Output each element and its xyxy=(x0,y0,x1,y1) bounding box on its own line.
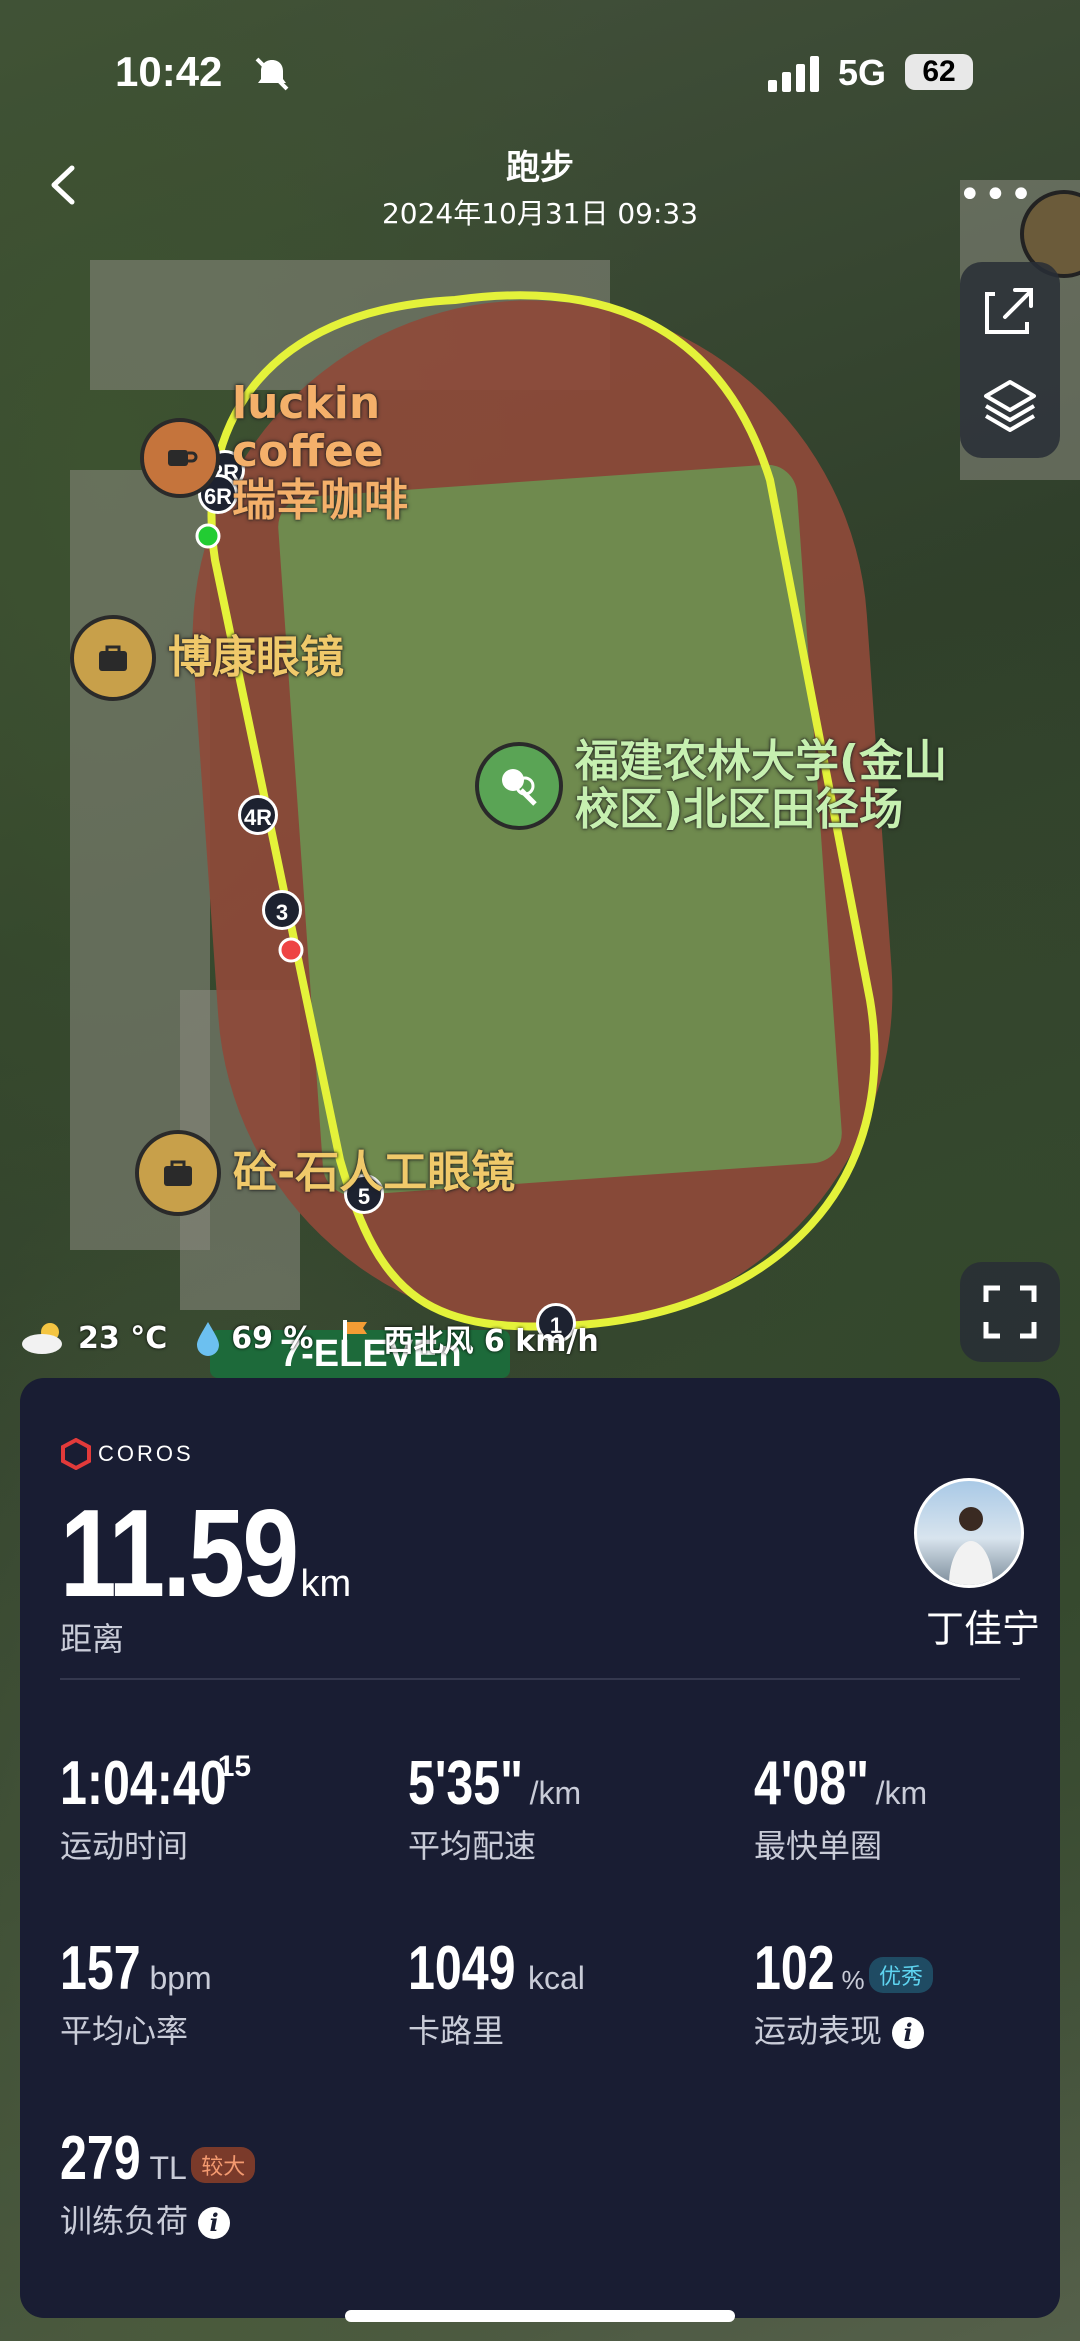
stat-value: 1049 xyxy=(408,1934,516,2003)
info-icon[interactable]: i xyxy=(892,2017,925,2049)
stat-label: 训练负荷 i xyxy=(60,2196,255,2242)
map-layers-icon[interactable] xyxy=(960,360,1060,458)
stat-label-text: 运动表现 xyxy=(754,2012,883,2050)
distance-unit: km xyxy=(300,1563,352,1605)
wind: 西北风 6 km/h xyxy=(383,1324,599,1359)
coros-logo: COROS xyxy=(60,1438,194,1470)
stat-unit: /km xyxy=(875,1775,928,1811)
stat-performance: 102% 优秀 运动表现 i xyxy=(754,1933,934,2052)
divider xyxy=(60,1678,1020,1680)
stat-value: 4'08" xyxy=(754,1749,870,1818)
signal-icon xyxy=(768,56,819,92)
stat-label: 运动表现 i xyxy=(754,2006,933,2052)
stat-avg-pace: 5'35"/km 平均配速 xyxy=(408,1748,581,1867)
poi-label: luckin coffee 瑞幸咖啡 xyxy=(232,378,408,526)
page-title: 跑步 xyxy=(506,148,574,188)
wind-flag-icon xyxy=(343,1320,368,1356)
shopping-bag-icon xyxy=(135,1130,221,1216)
map-tools-panel xyxy=(960,262,1060,458)
stat-value: 157 xyxy=(60,1934,141,2003)
stat-unit: % xyxy=(841,1965,865,1995)
more-options-button[interactable]: ••• xyxy=(958,172,1035,218)
coros-hexagon-icon xyxy=(61,1438,91,1470)
end-point-marker xyxy=(278,937,304,963)
home-indicator[interactable] xyxy=(345,2310,735,2322)
stat-label: 运动时间 xyxy=(60,1827,189,1865)
weather-bar: 23 °C 69 % 西北风 6 km/h xyxy=(20,1316,625,1360)
poi-track-field[interactable]: 福建农林大学(金山 校区)北区田径场 xyxy=(475,736,948,836)
distance-value: 11.59 xyxy=(60,1485,299,1623)
humidity-icon xyxy=(197,1322,220,1356)
stat-moving-time: 1:04:4015 运动时间 xyxy=(60,1748,274,1867)
stat-value: 279 xyxy=(60,2124,141,2193)
poi-label: 博康眼镜 xyxy=(168,631,344,683)
poi-bokang-optical[interactable]: 博康眼镜 xyxy=(70,615,344,701)
coffee-cup-icon xyxy=(140,417,220,498)
distance-label: 距离 xyxy=(60,1620,125,1658)
stat-best-lap: 4'08"/km 最快单圈 xyxy=(754,1748,927,1867)
fullscreen-icon[interactable] xyxy=(960,1262,1060,1362)
start-point-marker xyxy=(195,523,221,549)
lap-marker[interactable]: 3 xyxy=(262,890,302,930)
stat-unit: /km xyxy=(529,1775,582,1811)
stat-value: 1:04:40 xyxy=(60,1749,227,1818)
avatar[interactable] xyxy=(914,1478,1024,1588)
lap-marker[interactable]: 4R xyxy=(238,795,278,835)
brand-name: COROS xyxy=(98,1441,194,1466)
stat-value: 102 xyxy=(754,1934,835,2003)
battery-indicator: 62 xyxy=(905,54,973,90)
activity-summary-card: COROS 11.59 km 距离 丁佳宁 1:04:4015 运动时间 5'35… xyxy=(20,1378,1060,2318)
stat-unit: kcal xyxy=(527,1960,585,1996)
poi-label: 福建农林大学(金山 校区)北区田径场 xyxy=(575,736,948,836)
stat-label: 平均配速 xyxy=(408,1827,537,1865)
poi-luckin-coffee[interactable]: luckin coffee 瑞幸咖啡 xyxy=(140,379,408,525)
distance-display: 11.59 km xyxy=(60,1483,351,1625)
stat-label: 卡路里 xyxy=(408,2012,505,2050)
sports-icon xyxy=(475,742,563,831)
poi-label: 砼-石人工眼镜 xyxy=(233,1146,516,1198)
stat-value: 5'35" xyxy=(408,1749,524,1818)
status-bar: 10:42 5G 62 xyxy=(0,40,1080,110)
humidity: 69 % xyxy=(231,1320,314,1356)
stat-label-text: 训练负荷 xyxy=(60,2202,189,2240)
status-time: 10:42 xyxy=(115,48,223,95)
stat-label: 最快单圈 xyxy=(754,1827,883,1865)
stat-label: 平均心率 xyxy=(60,2012,189,2050)
info-icon[interactable]: i xyxy=(198,2207,231,2239)
performance-badge: 优秀 xyxy=(869,1956,934,1993)
share-icon[interactable] xyxy=(960,262,1060,360)
user-name: 丁佳宁 xyxy=(925,1607,1040,1651)
stat-training-load: 279 TL 较大 训练负荷 i xyxy=(60,2123,256,2242)
stat-unit: bpm xyxy=(149,1960,212,1996)
stat-calories: 1049 kcal 卡路里 xyxy=(408,1933,585,2052)
stat-sub-value: 15 xyxy=(217,1750,252,1783)
partly-cloudy-icon xyxy=(22,1323,62,1354)
stat-avg-heart-rate: 157 bpm 平均心率 xyxy=(60,1933,212,2052)
activity-datetime: 2024年10月31日 09:33 xyxy=(381,197,699,230)
training-load-badge: 较大 xyxy=(191,2146,256,2183)
stat-unit: TL xyxy=(149,2150,187,2186)
shopping-bag-icon xyxy=(70,615,156,701)
avatar-photo xyxy=(949,1507,993,1585)
poi-stone-optical[interactable]: 砼-石人工眼镜 xyxy=(135,1130,515,1216)
temperature: 23 °C xyxy=(78,1320,168,1356)
bell-muted-icon xyxy=(255,57,289,91)
network-type: 5G xyxy=(838,52,887,93)
